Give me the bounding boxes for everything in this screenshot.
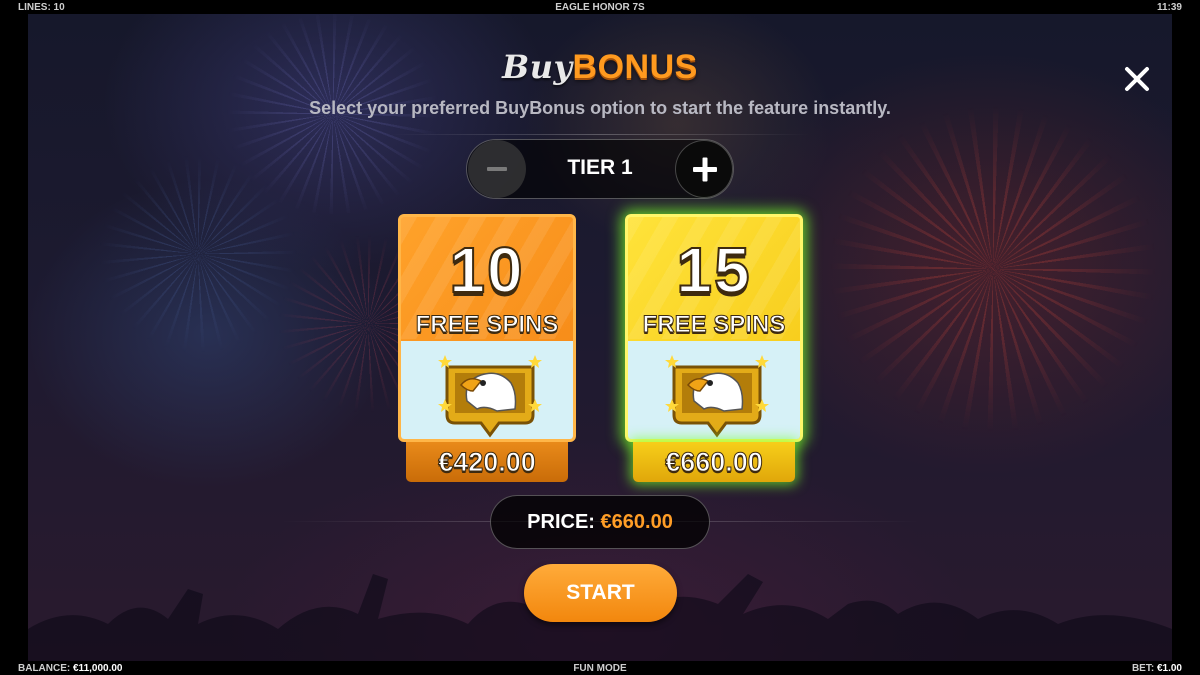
bonus-option-10-spins[interactable]: 10 FREE SPINS: [398, 214, 576, 442]
tier-decrease-button[interactable]: [468, 140, 526, 198]
spins-count: 15: [675, 233, 752, 307]
balance-label: BALANCE:: [18, 662, 71, 674]
title-buy-text: Buy: [502, 48, 573, 86]
option-price-tag[interactable]: €420.00: [406, 442, 568, 482]
free-spins-label: FREE SPINS: [415, 311, 559, 339]
price-label: PRICE:: [527, 511, 595, 533]
subtitle: Select your preferred BuyBonus option to…: [309, 98, 891, 118]
bet-value: €1.00: [1156, 662, 1182, 674]
firework-decoration: [828, 104, 1158, 434]
option-price-tag[interactable]: €660.00: [633, 442, 795, 482]
free-spins-label: FREE SPINS: [642, 311, 786, 339]
plus-icon: [693, 157, 717, 182]
game-title: EAGLE HONOR 7S: [555, 1, 645, 13]
bet-label: BET:: [1131, 662, 1155, 674]
start-button[interactable]: START: [524, 564, 677, 622]
total-price-display: PRICE: €660.00: [490, 495, 710, 549]
lines-indicator: LINES: 10: [18, 1, 65, 13]
title-bonus-text: BONUS: [572, 48, 698, 86]
minus-icon: [487, 167, 507, 171]
bottom-status-bar: BALANCE: €11,000.00 FUN MODE BET: €1.00: [0, 661, 1200, 675]
tier-increase-button[interactable]: [675, 140, 733, 198]
bet-display: BET: €1.00: [1132, 663, 1182, 674]
divider: [390, 134, 810, 135]
buybonus-title: BuyBONUS: [0, 48, 1200, 87]
tier-label: TIER 1: [567, 156, 633, 179]
clock: 11:39: [1156, 1, 1182, 13]
top-status-bar: LINES: 10 EAGLE HONOR 7S 11:39: [0, 0, 1200, 14]
price-value: €660.00: [600, 511, 673, 533]
eagle-badge-icon: [665, 355, 769, 438]
balance-display: BALANCE: €11,000.00: [18, 663, 123, 674]
spins-count: 10: [448, 233, 525, 307]
eagle-badge-icon: [438, 355, 542, 438]
close-icon[interactable]: [1122, 64, 1152, 94]
bonus-option-15-spins[interactable]: 15 FREE SPINS: [625, 214, 803, 442]
firework-decoration: [98, 154, 298, 354]
balance-value: €11,000.00: [73, 662, 123, 674]
mode-indicator: FUN MODE: [573, 662, 627, 674]
